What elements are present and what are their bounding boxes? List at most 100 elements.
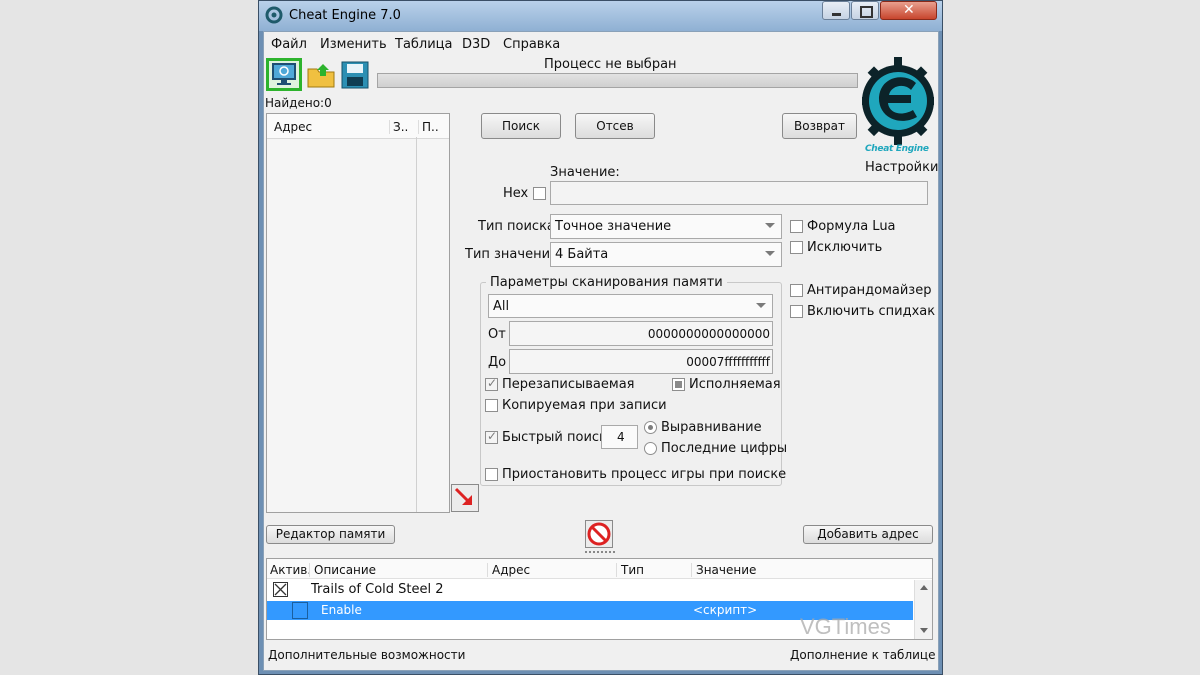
from-value: 0000000000000000 — [647, 327, 770, 341]
fastscan-label: Быстрый поиск — [502, 430, 607, 445]
scroll-down-icon[interactable] — [920, 628, 928, 633]
logo-text: Cheat Engine — [865, 144, 929, 154]
speedhack-checkbox[interactable] — [790, 305, 803, 318]
advanced-options-link[interactable]: Дополнительные возможности — [268, 648, 465, 662]
arrow-down-right-icon — [454, 487, 472, 505]
value-type-select[interactable]: 4 Байта — [550, 242, 782, 267]
hex-checkbox[interactable] — [533, 187, 546, 200]
row-value: <скрипт> — [693, 603, 758, 617]
splitter-grip[interactable] — [585, 551, 615, 555]
alignment-radio[interactable] — [644, 421, 657, 434]
writable-checkbox[interactable] — [485, 376, 498, 391]
found-count: Найдено:0 — [265, 96, 332, 110]
menu-edit[interactable]: Изменить — [320, 37, 387, 52]
from-input[interactable]: 0000000000000000 — [509, 321, 773, 346]
from-label: От — [488, 327, 506, 342]
writable-label: Перезаписываемая — [502, 377, 635, 392]
table-extras-link[interactable]: Дополнение к таблице — [790, 648, 935, 662]
col-previous[interactable]: П.. — [418, 120, 439, 134]
exclude-label: Исключить — [807, 240, 883, 255]
col-value[interactable]: Значение — [691, 563, 756, 577]
region-value: All — [493, 299, 510, 314]
results-list[interactable]: Адрес З.. П.. — [266, 113, 450, 513]
copyonwrite-checkbox[interactable] — [485, 399, 498, 412]
add-selected-button[interactable] — [451, 484, 479, 512]
pause-label: Приостановить процесс игры при поиске — [502, 467, 787, 482]
maximize-button[interactable] — [851, 1, 879, 20]
group-collapse-icon[interactable] — [273, 582, 288, 597]
fastscan-checkbox[interactable] — [485, 429, 498, 444]
monitor-icon — [272, 63, 296, 85]
lastdigits-label: Последние цифры — [661, 441, 788, 456]
antirandomizer-checkbox[interactable] — [790, 284, 803, 297]
window-title: Cheat Engine 7.0 — [289, 8, 401, 23]
save-file-button[interactable] — [340, 60, 370, 90]
add-address-button[interactable]: Добавить адрес — [803, 525, 933, 544]
col-type[interactable]: Тип — [616, 563, 644, 577]
chevron-down-icon — [756, 303, 766, 308]
minimize-button[interactable] — [822, 1, 850, 20]
alignment-label: Выравнивание — [661, 420, 762, 435]
row-active-checkbox[interactable] — [292, 602, 308, 619]
row-description: Enable — [321, 603, 362, 617]
fastscan-input[interactable]: 4 — [601, 425, 638, 449]
results-header: Адрес З.. П.. — [267, 114, 449, 139]
col-address[interactable]: Адрес — [487, 563, 530, 577]
value-type-label: Тип значения — [465, 247, 558, 262]
lua-formula-checkbox[interactable] — [790, 220, 803, 233]
antirandomizer-label: Антирандомайзер — [807, 283, 932, 298]
results-divider — [416, 137, 417, 512]
menu-file[interactable]: Файл — [271, 37, 307, 52]
memory-scan-legend: Параметры сканирования памяти — [486, 275, 727, 290]
open-file-button[interactable] — [306, 60, 338, 90]
pause-checkbox[interactable] — [485, 468, 498, 481]
lastdigits-radio[interactable] — [644, 442, 657, 455]
table-scrollbar[interactable] — [914, 580, 932, 639]
executable-label: Исполняемая — [689, 377, 781, 392]
memory-editor-button[interactable]: Редактор памяти — [266, 525, 395, 544]
search-type-label: Тип поиска — [478, 219, 555, 234]
cheat-engine-logo[interactable]: Cheat Engine — [861, 55, 935, 157]
hex-label: Hex — [503, 186, 529, 201]
col-address[interactable]: Адрес — [274, 120, 312, 134]
speedhack-label: Включить спидхак — [807, 304, 936, 319]
exclude-checkbox[interactable] — [790, 241, 803, 254]
close-button[interactable]: ✕ — [880, 1, 937, 20]
row-description: Trails of Cold Steel 2 — [311, 582, 444, 597]
progress-bar — [377, 73, 858, 88]
next-scan-button[interactable]: Отсев — [575, 113, 655, 139]
copyonwrite-label: Копируемая при записи — [502, 398, 667, 413]
scroll-up-icon[interactable] — [920, 585, 928, 590]
region-select[interactable]: All — [488, 294, 773, 318]
chevron-down-icon — [765, 251, 775, 256]
fastscan-value: 4 — [617, 430, 625, 444]
chevron-down-icon — [765, 223, 775, 228]
value-type-value: 4 Байта — [555, 247, 609, 262]
undo-scan-button[interactable]: Возврат — [782, 113, 857, 139]
process-label: Процесс не выбран — [544, 57, 677, 72]
search-type-value: Точное значение — [555, 219, 672, 234]
lua-formula-label: Формула Lua — [807, 219, 896, 234]
menu-table[interactable]: Таблица — [395, 37, 453, 52]
col-value[interactable]: З.. — [389, 120, 408, 134]
first-scan-button[interactable]: Поиск — [481, 113, 561, 139]
value-input[interactable] — [550, 181, 928, 205]
to-input[interactable]: 00007fffffffffff — [509, 349, 773, 374]
to-value: 00007fffffffffff — [686, 355, 770, 369]
executable-checkbox[interactable] — [672, 378, 685, 391]
to-label: До — [488, 355, 507, 370]
watermark: VGTimes — [800, 614, 891, 639]
col-description[interactable]: Описание — [309, 563, 376, 577]
open-process-button[interactable] — [266, 58, 302, 91]
menu-d3d[interactable]: D3D — [462, 37, 490, 52]
col-active[interactable]: Актив. — [270, 563, 311, 577]
value-label: Значение: — [550, 165, 620, 180]
search-type-select[interactable]: Точное значение — [550, 214, 782, 239]
settings-link[interactable]: Настройки — [865, 160, 938, 175]
folder-icon — [307, 64, 335, 88]
floppy-icon — [341, 61, 369, 89]
stop-button[interactable] — [585, 520, 613, 548]
app-icon — [265, 6, 283, 24]
stop-icon — [587, 522, 611, 546]
menu-help[interactable]: Справка — [503, 37, 560, 52]
